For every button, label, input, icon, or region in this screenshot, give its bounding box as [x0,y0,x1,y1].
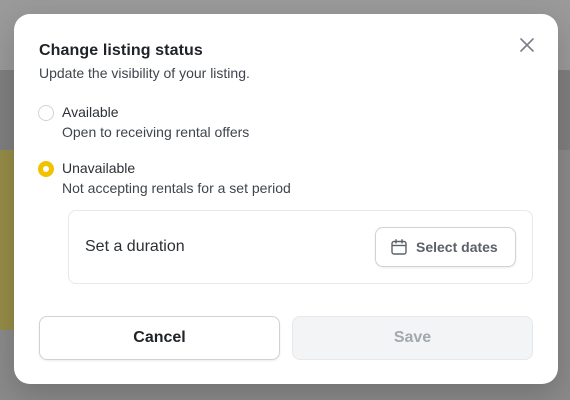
duration-panel: Set a duration Select dates [68,210,533,284]
available-radio[interactable] [38,105,54,121]
unavailable-description: Not accepting rentals for a set period [62,180,291,196]
select-dates-button[interactable]: Select dates [375,227,516,267]
close-button[interactable] [518,36,536,54]
calendar-icon [391,239,407,255]
change-listing-status-dialog: Change listing status Update the visibil… [14,14,558,384]
cancel-button[interactable]: Cancel [39,316,280,360]
duration-label: Set a duration [85,238,185,255]
select-dates-label: Select dates [416,239,498,255]
available-label: Available [62,104,119,120]
close-icon [520,38,534,52]
dialog-title: Change listing status [39,42,203,59]
dialog-subtitle: Update the visibility of your listing. [39,65,250,81]
unavailable-radio[interactable] [38,161,54,177]
unavailable-label: Unavailable [62,160,136,176]
save-button[interactable]: Save [292,316,533,360]
available-description: Open to receiving rental offers [62,124,250,140]
